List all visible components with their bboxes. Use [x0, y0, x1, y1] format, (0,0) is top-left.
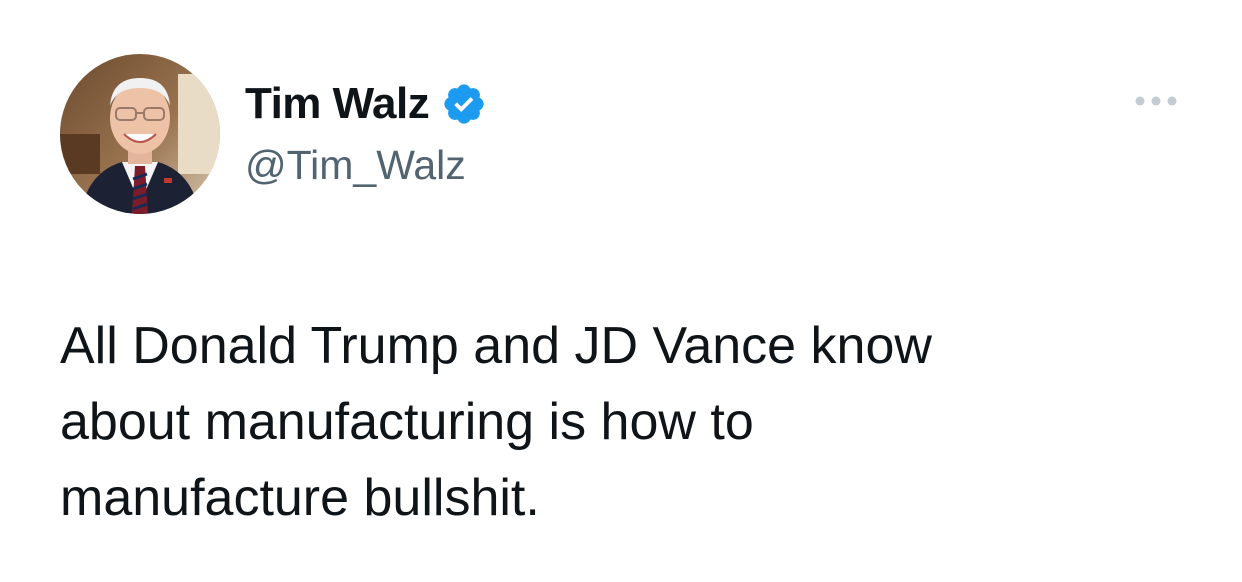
author-handle[interactable]: @Tim_Walz — [245, 142, 487, 189]
display-name-row: Tim Walz — [245, 76, 487, 132]
verified-badge-icon — [441, 81, 487, 127]
avatar[interactable] — [60, 54, 220, 214]
tweet-card: Tim Walz @Tim_Walz All Donald Trump and … — [0, 0, 1242, 582]
avatar-image — [60, 54, 220, 214]
display-name[interactable]: Tim Walz — [245, 79, 430, 129]
author-block: Tim Walz @Tim_Walz — [245, 76, 487, 189]
more-options-icon — [1135, 96, 1177, 106]
tweet-text: All Donald Trump and JD Vance know about… — [60, 317, 932, 527]
more-options-button[interactable] — [1128, 84, 1184, 118]
